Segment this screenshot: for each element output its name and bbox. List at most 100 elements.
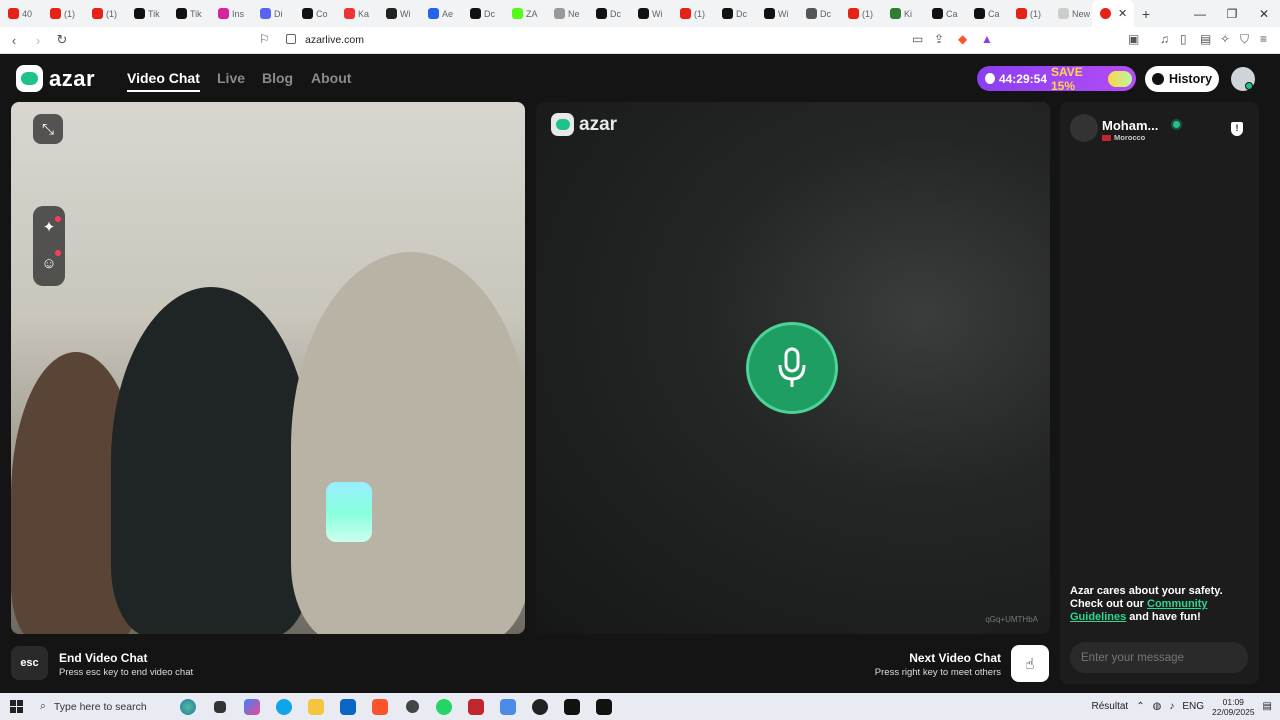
tab-active-azar[interactable]: ✕ — [1092, 0, 1134, 27]
app-icon-blue[interactable] — [492, 693, 524, 720]
azar-logo-icon — [16, 65, 43, 92]
browser-tab[interactable]: ZA — [504, 0, 546, 27]
notifications-icon[interactable]: ▤ — [1263, 701, 1272, 712]
brave-rewards-icon[interactable]: ▲ — [981, 32, 993, 46]
browser-tab[interactable]: (1) — [840, 0, 882, 27]
browser-tab[interactable]: Ka — [336, 0, 378, 27]
capcut-icon[interactable] — [556, 693, 588, 720]
settings-gear-icon[interactable] — [396, 693, 428, 720]
music-icon[interactable]: ♫ — [1160, 32, 1169, 46]
copilot-icon[interactable] — [236, 693, 268, 720]
chat-side-panel: Moham... Morocco ! Azar cares about your… — [1060, 102, 1259, 684]
language-indicator[interactable]: ENG — [1182, 701, 1204, 712]
tab-favicon — [50, 8, 61, 19]
browser-tab[interactable]: Dc — [798, 0, 840, 27]
browser-tab[interactable]: Di — [252, 0, 294, 27]
weather-label[interactable]: Résultat — [1092, 701, 1129, 712]
peer-avatar[interactable] — [1070, 114, 1098, 142]
browser-tab[interactable]: Ins — [210, 0, 252, 27]
browser-tab[interactable]: Ca — [924, 0, 966, 27]
brave-shield-icon[interactable]: ◆ — [958, 32, 967, 46]
whatsapp-icon[interactable] — [428, 693, 460, 720]
brave-icon[interactable] — [364, 693, 396, 720]
next-chat-button[interactable]: ☝ — [1011, 645, 1049, 682]
azar-logo[interactable]: azar — [16, 65, 95, 92]
self-video: ⤡ ✦ ☺ — [11, 102, 525, 634]
start-button[interactable] — [0, 700, 32, 713]
message-input[interactable] — [1070, 642, 1248, 673]
nav-blog[interactable]: Blog — [262, 70, 293, 86]
bookmark-icon[interactable]: ⚐ — [259, 32, 270, 46]
browser-tab[interactable]: Tik — [168, 0, 210, 27]
browser-tab[interactable]: New t — [1050, 0, 1092, 27]
end-video-chat-title: End Video Chat — [59, 651, 148, 665]
cast-icon[interactable]: ▭ — [912, 32, 923, 46]
tab-favicon — [806, 8, 817, 19]
browser-tab[interactable]: Wi — [630, 0, 672, 27]
close-tab-icon[interactable]: ✕ — [1118, 7, 1127, 20]
history-label: History — [1168, 72, 1213, 86]
url-field[interactable]: azarlive.com — [305, 34, 364, 46]
network-icon[interactable]: ◍ — [1153, 701, 1162, 712]
edge-icon[interactable] — [268, 693, 300, 720]
esc-key-button[interactable]: esc — [11, 646, 48, 680]
tab-title: ZA — [526, 8, 538, 19]
promo-save: SAVE 15% — [1051, 64, 1083, 93]
file-explorer-icon[interactable] — [300, 693, 332, 720]
new-tab-button[interactable]: + — [1134, 6, 1158, 22]
capcut-icon-2[interactable] — [588, 693, 620, 720]
outlook-icon[interactable] — [332, 693, 364, 720]
browser-tab[interactable]: (1) — [1008, 0, 1050, 27]
nav-video-chat[interactable]: Video Chat — [127, 70, 200, 92]
minimize-icon[interactable]: — — [1184, 7, 1216, 21]
app-icon-red[interactable] — [460, 693, 492, 720]
peer-name[interactable]: Moham... — [1102, 118, 1158, 133]
task-view-icon[interactable] — [204, 693, 236, 720]
taskbar-clock[interactable]: 01:09 22/09/2025 — [1212, 697, 1255, 717]
share-icon[interactable]: ⇪ — [934, 32, 944, 46]
history-button[interactable]: History — [1145, 66, 1219, 92]
browser-tab[interactable]: Ne — [546, 0, 588, 27]
sidebar-icon[interactable]: ▣ — [1128, 32, 1139, 46]
tab-favicon — [764, 8, 775, 19]
browser-tab[interactable]: Dc — [462, 0, 504, 27]
nav-live[interactable]: Live — [217, 70, 245, 86]
gems-icon — [1108, 70, 1132, 87]
report-shield-icon[interactable]: ! — [1231, 122, 1243, 136]
cortana-icon[interactable] — [172, 693, 204, 720]
browser-tab[interactable]: Wi — [756, 0, 798, 27]
browser-tab[interactable]: Wi — [378, 0, 420, 27]
browser-tab[interactable]: Ki — [882, 0, 924, 27]
browser-tab[interactable]: Dc — [588, 0, 630, 27]
close-window-icon[interactable]: ✕ — [1248, 7, 1280, 21]
browser-tab-bar: 40 (1) (1) Tik Tik Ins Di Co Ka Wi Ae Dc ZA Ne Dc Wi (1)… — [0, 0, 1280, 27]
tray-chevron-icon[interactable]: ⌃ — [1136, 701, 1144, 712]
vpn-icon[interactable]: ⛉ — [1240, 32, 1249, 47]
browser-tab[interactable]: 40 — [0, 0, 42, 27]
browser-tab[interactable]: Dc — [714, 0, 756, 27]
reader-icon[interactable]: ▯ — [1180, 32, 1187, 46]
reload-icon[interactable]: ↻ — [52, 32, 72, 48]
browser-tab[interactable]: Co — [294, 0, 336, 27]
taskbar-search[interactable]: ⌕ Type here to search — [32, 693, 172, 720]
back-icon[interactable]: ‹ — [4, 33, 24, 48]
leo-icon[interactable]: ✧ — [1220, 32, 1230, 46]
browser-tab[interactable]: (1) — [42, 0, 84, 27]
obs-icon[interactable] — [524, 693, 556, 720]
browser-tab[interactable]: (1) — [672, 0, 714, 27]
promo-banner[interactable]: 44:29:54 SAVE 15% — [977, 64, 1136, 93]
forward-icon[interactable]: › — [28, 33, 48, 48]
wallet-icon[interactable]: ▤ — [1200, 32, 1211, 46]
menu-icon[interactable]: ≡ — [1260, 32, 1267, 46]
volume-icon[interactable]: ♪ — [1169, 701, 1174, 712]
site-settings-icon[interactable] — [286, 34, 296, 44]
tab-favicon — [344, 8, 355, 19]
browser-tab[interactable]: Ca — [966, 0, 1008, 27]
browser-tab[interactable]: Tik — [126, 0, 168, 27]
nav-about[interactable]: About — [311, 70, 351, 86]
maximize-icon[interactable]: ❐ — [1216, 7, 1248, 21]
browser-tab[interactable]: (1) — [84, 0, 126, 27]
pip-toggle-button[interactable]: ⤡ — [33, 114, 63, 144]
taskbar-search-placeholder: Type here to search — [53, 700, 147, 713]
browser-tab[interactable]: Ae — [420, 0, 462, 27]
